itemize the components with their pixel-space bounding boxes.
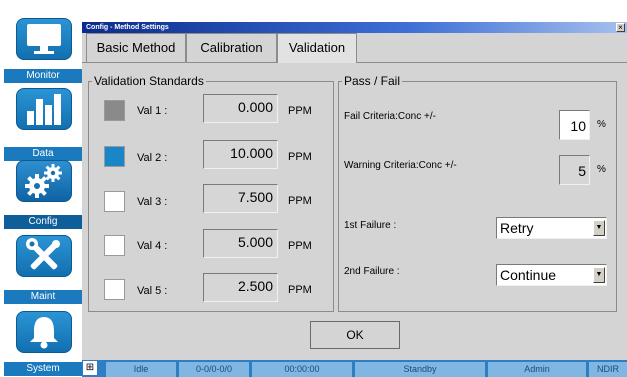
tools-icon	[26, 238, 60, 270]
status-state: Idle	[106, 362, 176, 377]
tab-calibration[interactable]: Calibration	[186, 33, 277, 62]
second-failure-value: Continue	[500, 267, 557, 283]
val-2-label: Val 2 :	[137, 152, 168, 164]
val-1-label: Val 1 :	[137, 105, 168, 117]
status-time: 00:00:00	[252, 362, 352, 377]
warning-criteria-unit: %	[597, 164, 606, 175]
ok-button[interactable]: OK	[310, 321, 400, 349]
chevron-down-icon[interactable]: ▼	[593, 267, 605, 283]
method-settings-window: Config - Method Settings × Basic Method …	[82, 22, 627, 360]
val-1-value-field[interactable]: 0.000	[203, 94, 278, 123]
left-navigation: Monitor Data Config Maint System	[0, 0, 82, 377]
val-2-unit: PPM	[288, 151, 312, 163]
bar-chart-icon	[27, 94, 61, 125]
val-5-label: Val 5 :	[137, 285, 168, 297]
first-failure-value: Retry	[500, 220, 534, 236]
maint-nav-button[interactable]	[16, 235, 72, 277]
nav-label-maint: Maint	[4, 290, 82, 304]
val-5-unit: PPM	[288, 284, 312, 296]
first-failure-select[interactable]: Retry ▼	[496, 217, 607, 239]
title-bar: Config - Method Settings ×	[82, 22, 627, 33]
val-1-unit: PPM	[288, 105, 312, 117]
tab-basic-method[interactable]: Basic Method	[86, 33, 186, 62]
data-nav-button[interactable]	[16, 88, 72, 130]
val-1-swatch[interactable]	[104, 100, 125, 121]
config-nav-button[interactable]	[16, 160, 72, 202]
validation-standards-title: Validation Standards	[92, 74, 206, 88]
val-3-value-field[interactable]: 7.500	[203, 184, 278, 213]
status-code: 0-0/0-0/0	[179, 362, 249, 377]
network-icon: ⊞	[83, 361, 97, 375]
nav-label-monitor: Monitor	[4, 69, 82, 83]
val-4-unit: PPM	[288, 240, 312, 252]
val-4-swatch[interactable]	[104, 235, 125, 256]
warning-criteria-label: Warning Criteria:Conc +/-	[344, 160, 457, 171]
warning-criteria-field[interactable]: 5	[559, 155, 590, 185]
second-failure-select[interactable]: Continue ▼	[496, 264, 607, 286]
val-4-value-field[interactable]: 5.000	[203, 229, 278, 258]
gears-icon	[25, 164, 62, 198]
val-4-label: Val 4 :	[137, 240, 168, 252]
second-failure-label: 2nd Failure :	[344, 266, 400, 277]
chevron-down-icon[interactable]: ▼	[593, 220, 605, 236]
val-3-label: Val 3 :	[137, 196, 168, 208]
val-5-value-field[interactable]: 2.500	[203, 273, 278, 302]
val-5-swatch[interactable]	[104, 279, 125, 300]
first-failure-label: 1st Failure :	[344, 220, 397, 231]
val-2-swatch[interactable]	[104, 146, 125, 167]
val-3-swatch[interactable]	[104, 191, 125, 212]
monitor-icon	[27, 24, 61, 54]
nav-label-system: System	[4, 362, 82, 376]
monitor-nav-button[interactable]	[16, 18, 72, 60]
close-button[interactable]: ×	[616, 23, 625, 32]
val-2-value-field[interactable]: 10.000	[203, 140, 278, 169]
val-3-unit: PPM	[288, 195, 312, 207]
nav-label-config: Config	[4, 215, 82, 229]
fail-criteria-unit: %	[597, 119, 606, 130]
status-sensor: NDIR	[589, 362, 627, 377]
status-mode: Standby	[355, 362, 485, 377]
status-user: Admin	[488, 362, 586, 377]
tab-validation[interactable]: Validation	[277, 33, 357, 63]
nav-label-data: Data	[4, 147, 82, 161]
fail-criteria-label: Fail Criteria:Conc +/-	[344, 111, 436, 122]
bell-icon	[30, 317, 58, 349]
status-bar: ⊞ Idle 0-0/0-0/0 00:00:00 Standby Admin …	[82, 360, 627, 377]
fail-criteria-field[interactable]: 10	[559, 110, 590, 140]
system-nav-button[interactable]	[16, 311, 72, 353]
window-title: Config - Method Settings	[86, 24, 169, 31]
pass-fail-title: Pass / Fail	[342, 74, 403, 88]
